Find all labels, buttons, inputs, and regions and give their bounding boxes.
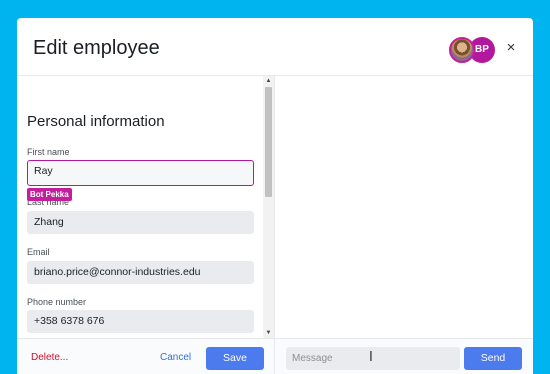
chat-footer: Ⅰ Send (275, 338, 533, 374)
text-cursor-icon: Ⅰ (369, 350, 373, 365)
dialog-header: Edit employee BP × (17, 18, 533, 76)
last-name-field[interactable]: Zhang (27, 211, 254, 234)
email-field[interactable]: briano.price@connor-industries.edu (27, 261, 254, 284)
send-button[interactable]: Send (464, 347, 522, 370)
section-title: Personal information (27, 113, 165, 130)
collaborator-avatars: BP (449, 37, 495, 63)
email-label: Email (27, 247, 50, 257)
phone-field[interactable]: +358 6378 676 (27, 310, 254, 333)
first-name-label: First name (27, 147, 70, 157)
dialog-title: Edit employee (33, 37, 160, 59)
close-icon[interactable]: × (504, 40, 518, 56)
presence-tag: Bot Pekka (27, 188, 72, 201)
save-button[interactable]: Save (206, 347, 264, 370)
scroll-thumb[interactable] (265, 87, 272, 197)
edit-employee-dialog: Edit employee BP × Personal information … (17, 18, 533, 374)
delete-button[interactable]: Delete... (31, 352, 68, 363)
scroll-down-arrow-icon[interactable]: ▼ (263, 328, 274, 338)
scroll-up-arrow-icon[interactable]: ▲ (263, 76, 274, 86)
personal-info-form: Personal information First name Ray Bot … (17, 76, 263, 338)
form-footer: Delete... Cancel Save (17, 338, 274, 374)
phone-label: Phone number (27, 297, 87, 307)
cancel-button[interactable]: Cancel (160, 352, 191, 363)
panel-divider (274, 76, 275, 374)
first-name-field[interactable]: Ray (27, 160, 254, 186)
form-scrollbar[interactable]: ▲ ▼ (263, 76, 274, 338)
user-avatar-photo[interactable] (449, 37, 475, 63)
